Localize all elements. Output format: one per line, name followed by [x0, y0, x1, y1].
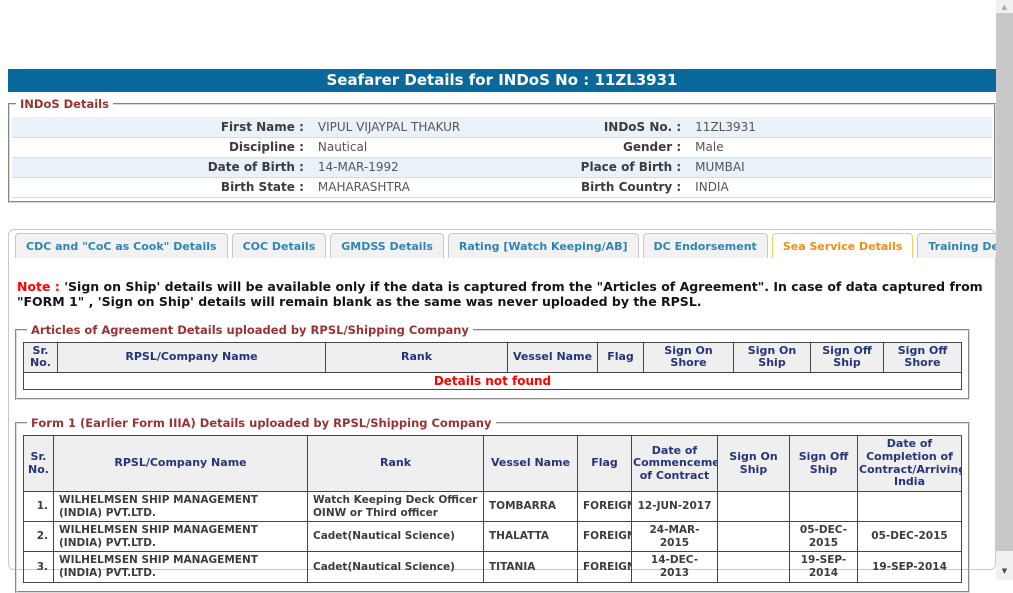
- cell-sign-off-ship: 05-DEC-2015: [790, 522, 858, 552]
- col-vessel: Vessel Name: [484, 436, 578, 492]
- tab-bar: CDC and "CoC as Cook" Details COC Detail…: [15, 233, 989, 258]
- cell-vessel: TOMBARRA: [484, 491, 578, 521]
- gender-label: Gender :: [522, 137, 689, 157]
- col-sign-off-shore: Sign Off Shore: [884, 342, 962, 372]
- discipline-label: Discipline :: [12, 137, 311, 157]
- col-sr-no: Sr. No.: [24, 342, 58, 372]
- articles-legend: Articles of Agreement Details uploaded b…: [27, 323, 473, 337]
- tab-rating-watch-keeping[interactable]: Rating [Watch Keeping/AB]: [448, 233, 639, 258]
- indos-row: Date of Birth : 14-MAR-1992 Place of Bir…: [12, 157, 992, 177]
- scroll-down-icon[interactable]: ▼: [996, 564, 1013, 579]
- cell-sign-on-ship: [718, 522, 790, 552]
- form1-row: 1. WILHELMSEN SHIP MANAGEMENT (INDIA) PV…: [24, 491, 962, 521]
- tab-coc-details[interactable]: COC Details: [232, 233, 327, 258]
- gender-value: Male: [688, 137, 992, 157]
- date-of-birth-label: Date of Birth :: [12, 157, 311, 177]
- cell-company: WILHELMSEN SHIP MANAGEMENT (INDIA) PVT.L…: [54, 491, 308, 521]
- birth-country-value: INDIA: [688, 177, 992, 197]
- cell-sign-on-ship: [718, 491, 790, 521]
- cell-sr: 1.: [24, 491, 54, 521]
- col-sr-no: Sr. No.: [24, 436, 54, 492]
- col-sign-on-ship: Sign On Ship: [718, 436, 790, 492]
- cell-completion: 19-SEP-2014: [858, 552, 962, 582]
- cell-flag: FOREIGN: [578, 552, 632, 582]
- indos-row: First Name : VIPUL VIJAYPAL THAKUR INDoS…: [12, 117, 992, 137]
- cell-company: WILHELMSEN SHIP MANAGEMENT (INDIA) PVT.L…: [54, 522, 308, 552]
- articles-header-row: Sr. No. RPSL/Company Name Rank Vessel Na…: [24, 342, 962, 372]
- cell-commencement: 24-MAR-2015: [632, 522, 718, 552]
- col-sign-off-ship: Sign Off Ship: [790, 436, 858, 492]
- cell-flag: FOREIGN: [578, 522, 632, 552]
- discipline-value: Nautical: [311, 137, 522, 157]
- articles-of-agreement-section: Articles of Agreement Details uploaded b…: [15, 323, 970, 401]
- col-sign-on-ship: Sign On Ship: [734, 342, 811, 372]
- first-name-value: VIPUL VIJAYPAL THAKUR: [311, 117, 522, 137]
- col-sign-off-ship: Sign Off Ship: [811, 342, 884, 372]
- seafarer-tab-panel: CDC and "CoC as Cook" Details COC Detail…: [8, 229, 996, 570]
- note-label: Note :: [17, 279, 60, 294]
- cell-flag: FOREIGN: [578, 491, 632, 521]
- cell-commencement: 14-DEC-2013: [632, 552, 718, 582]
- page-content: Seafarer Details for INDoS No : 11ZL3931…: [8, 69, 996, 570]
- cell-vessel: THALATTA: [484, 522, 578, 552]
- date-of-birth-value: 14-MAR-1992: [311, 157, 522, 177]
- form1-row: 2. WILHELMSEN SHIP MANAGEMENT (INDIA) PV…: [24, 522, 962, 552]
- form1-legend: Form 1 (Earlier Form IIIA) Details uploa…: [27, 416, 496, 430]
- cell-completion: 05-DEC-2015: [858, 522, 962, 552]
- scrollbar-thumb[interactable]: [996, 13, 1013, 551]
- cell-company: WILHELMSEN SHIP MANAGEMENT (INDIA) PVT.L…: [54, 552, 308, 582]
- cell-commencement: 12-JUN-2017: [632, 491, 718, 521]
- col-company: RPSL/Company Name: [54, 436, 308, 492]
- form1-header-row: Sr. No. RPSL/Company Name Rank Vessel Na…: [24, 436, 962, 492]
- articles-table: Sr. No. RPSL/Company Name Rank Vessel Na…: [23, 342, 962, 391]
- cell-vessel: TITANIA: [484, 552, 578, 582]
- form1-table: Sr. No. RPSL/Company Name Rank Vessel Na…: [23, 435, 962, 582]
- cell-sr: 3.: [24, 552, 54, 582]
- cell-completion: [858, 491, 962, 521]
- cell-sr: 2.: [24, 522, 54, 552]
- tab-cdc-coc-as-cook[interactable]: CDC and "CoC as Cook" Details: [15, 233, 228, 258]
- col-flag: Flag: [578, 436, 632, 492]
- birth-country-label: Birth Country :: [522, 177, 689, 197]
- col-company: RPSL/Company Name: [58, 342, 326, 372]
- cell-rank: Watch Keeping Deck Officer OINW or Third…: [308, 491, 484, 521]
- cell-rank: Cadet(Nautical Science): [308, 552, 484, 582]
- indos-no-label: INDoS No. :: [522, 117, 689, 137]
- note-text: 'Sign on Ship' details will be available…: [17, 279, 983, 310]
- cell-sign-off-ship: 19-SEP-2014: [790, 552, 858, 582]
- col-completion: Date of Completion of Contract/Arriving …: [858, 436, 962, 492]
- articles-empty-row: Details not found: [24, 373, 962, 390]
- vertical-scrollbar[interactable]: ▲ ▼: [996, 0, 1013, 580]
- col-vessel: Vessel Name: [508, 342, 598, 372]
- cell-sign-on-ship: [718, 552, 790, 582]
- tab-dc-endorsement[interactable]: DC Endorsement: [643, 233, 768, 258]
- tab-sea-service-details[interactable]: Sea Service Details: [772, 233, 914, 258]
- cell-rank: Cadet(Nautical Science): [308, 522, 484, 552]
- place-of-birth-label: Place of Birth :: [522, 157, 689, 177]
- cell-sign-off-ship: [790, 491, 858, 521]
- col-rank: Rank: [308, 436, 484, 492]
- indos-no-value: 11ZL3931: [688, 117, 992, 137]
- place-of-birth-value: MUMBAI: [688, 157, 992, 177]
- indos-details-legend: INDoS Details: [16, 97, 113, 111]
- indos-details-section: INDoS Details First Name : VIPUL VIJAYPA…: [8, 97, 996, 203]
- col-commencement: Date of Commencement of Contract: [632, 436, 718, 492]
- tab-gmdss-details[interactable]: GMDSS Details: [330, 233, 444, 258]
- birth-state-value: MAHARASHTRA: [311, 177, 522, 197]
- page-title: Seafarer Details for INDoS No : 11ZL3931: [8, 69, 996, 92]
- indos-row: Discipline : Nautical Gender : Male: [12, 137, 992, 157]
- col-flag: Flag: [598, 342, 644, 372]
- sign-on-ship-note: Note : 'Sign on Ship' details will be av…: [17, 279, 987, 310]
- details-not-found-message: Details not found: [24, 373, 962, 390]
- indos-row: Birth State : MAHARASHTRA Birth Country …: [12, 177, 992, 197]
- col-rank: Rank: [326, 342, 508, 372]
- indos-details-table: First Name : VIPUL VIJAYPAL THAKUR INDoS…: [12, 117, 992, 198]
- form1-row: 3. WILHELMSEN SHIP MANAGEMENT (INDIA) PV…: [24, 552, 962, 582]
- birth-state-label: Birth State :: [12, 177, 311, 197]
- form1-section: Form 1 (Earlier Form IIIA) Details uploa…: [15, 416, 970, 592]
- first-name-label: First Name :: [12, 117, 311, 137]
- col-sign-on-shore: Sign On Shore: [644, 342, 734, 372]
